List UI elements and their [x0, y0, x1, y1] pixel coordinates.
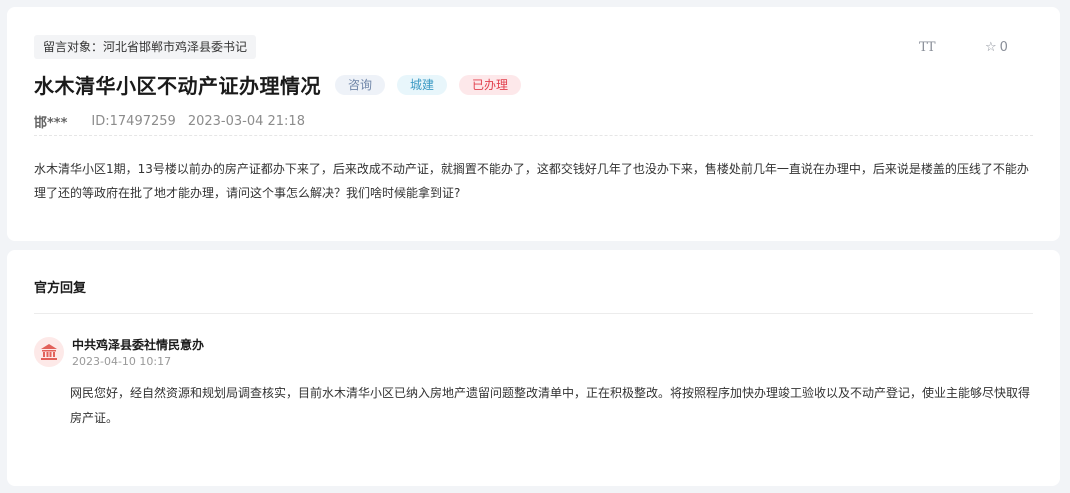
- favorite-count: 0: [999, 40, 1008, 55]
- message-id: ID:17497259: [91, 114, 176, 129]
- divider: [34, 313, 1033, 314]
- status-badge: 已办理: [459, 74, 522, 95]
- reply-content: 网民您好，经自然资源和规划局调查核实，目前水木清华小区已纳入房地产遗留问题整改清…: [70, 386, 1031, 425]
- favorite-button[interactable]: ☆ 0: [985, 40, 1008, 55]
- title-row: 水木清华小区不动产证办理情况 咨询 城建 已办理: [34, 70, 522, 99]
- message-card: 留言对象：河北省邯郸市鸡泽县委书记 TT ☆ 0 水木清华小区不动产证办理情况 …: [7, 7, 1060, 241]
- government-building-icon: [34, 337, 64, 367]
- message-target-tag: 留言对象：河北省邯郸市鸡泽县委书记: [34, 35, 257, 59]
- reply-time: 2023-04-10 10:17: [72, 355, 172, 368]
- star-icon: ☆: [985, 40, 997, 55]
- message-content: 水木清华小区1期，13号楼以前办的房产证都办下来了，后来改成不动产证，就搁置不能…: [34, 162, 1029, 200]
- reply-org-name: 中共鸡泽县委社情民意办: [72, 338, 205, 352]
- type-badge: 咨询: [335, 74, 386, 95]
- divider: [34, 135, 1033, 136]
- message-time: 2023-03-04 21:18: [187, 114, 305, 129]
- reply-section-title: 官方回复: [34, 281, 87, 296]
- category-badge: 城建: [397, 74, 448, 95]
- reply-card: 官方回复 中共鸡泽县委社情民意办 2023-04-10 10:17 网民您好，经…: [7, 250, 1060, 486]
- text-size-icon[interactable]: TT: [919, 40, 936, 55]
- message-meta: 邯*** ID:17497259 2023-03-04 21:18: [34, 112, 329, 131]
- author-name: 邯***: [34, 116, 68, 131]
- message-title: 水木清华小区不动产证办理情况: [34, 74, 321, 98]
